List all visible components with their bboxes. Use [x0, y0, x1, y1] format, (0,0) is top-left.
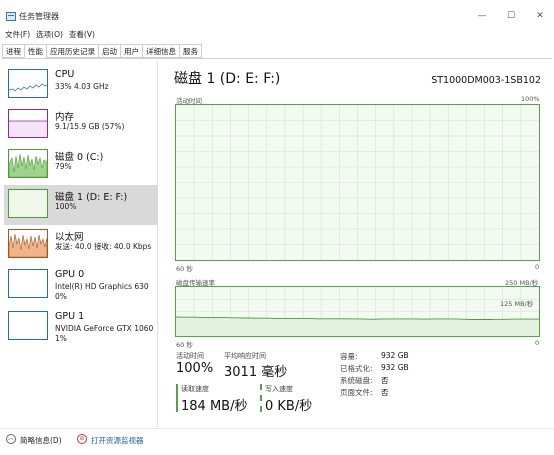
task-manager-icon	[6, 12, 16, 21]
read-speed-value: 184 MB/秒	[181, 399, 248, 414]
sidebar-item-label: 内存	[55, 112, 75, 123]
sidebar-item-detail: NVIDIA GeForce GTX 1060	[55, 324, 154, 333]
brief-info-button[interactable]: 简略信息(D)	[20, 435, 62, 446]
sidebar-item-detail: Intel(R) HD Graphics 630	[55, 282, 149, 291]
write-speed-indicator	[260, 384, 262, 412]
activity-time-chart	[175, 104, 540, 261]
response-time-label: 平均响应时间	[224, 352, 266, 360]
write-speed-value: 0 KB/秒	[265, 399, 313, 414]
sidebar-item-label: GPU 0	[55, 269, 85, 280]
sidebar-item-usage: 1%	[55, 334, 67, 343]
performance-sidebar: CPU 33% 4.03 GHz 内存 9.1/15.9 GB (57%) 磁盘…	[2, 62, 158, 427]
maximize-button[interactable]: ☐	[503, 9, 519, 23]
tab-bar: 进程 性能 应用历史记录 启动 用户 详细信息 服务	[2, 44, 202, 58]
active-time-label: 活动时间	[176, 352, 204, 360]
close-button[interactable]: ✕	[532, 9, 548, 23]
read-speed-label: 读取速度	[181, 385, 209, 393]
disk-1-thumbnail	[8, 189, 48, 218]
sidebar-item-label: GPU 1	[55, 311, 85, 322]
window-title: 任务管理器	[19, 12, 59, 21]
sidebar-item-detail: 发送: 40.0 接收: 40.0 Kbps	[55, 242, 152, 251]
capacity-label: 容量:	[340, 352, 358, 361]
transfer-chart-time-left: 60 秒	[176, 341, 193, 349]
page-title: 磁盘 1 (D: E: F:)	[174, 71, 281, 87]
sidebar-item-detail: 79%	[55, 162, 72, 171]
activity-grid	[176, 105, 539, 260]
sidebar-item-disk-0[interactable]: 磁盘 0 (C:) 79%	[4, 145, 158, 185]
menu-bar: 文件(F) 选项(O) 查看(V)	[2, 29, 98, 41]
read-speed-indicator	[176, 384, 178, 412]
menu-file[interactable]: 文件(F)	[2, 29, 33, 41]
sidebar-item-memory[interactable]: 内存 9.1/15.9 GB (57%)	[4, 105, 158, 145]
formatted-value: 932 GB	[381, 363, 409, 372]
sidebar-item-label: CPU	[55, 69, 75, 80]
activity-chart-max: 100%	[521, 95, 540, 103]
sidebar-item-cpu[interactable]: CPU 33% 4.03 GHz	[4, 65, 158, 105]
page-file-value: 否	[381, 388, 389, 397]
ethernet-thumbnail	[8, 229, 48, 258]
sidebar-item-usage: 0%	[55, 292, 67, 301]
formatted-label: 已格式化:	[340, 364, 373, 373]
tab-performance[interactable]: 性能	[24, 44, 46, 58]
tab-startup[interactable]: 启动	[98, 44, 120, 58]
gpu-0-thumbnail	[8, 269, 48, 298]
memory-thumbnail	[8, 109, 48, 138]
minimize-button[interactable]: —	[474, 9, 490, 23]
sidebar-item-detail: 9.1/15.9 GB (57%)	[55, 122, 125, 131]
cpu-thumbnail	[8, 69, 48, 98]
system-disk-label: 系统磁盘:	[340, 376, 373, 385]
tab-users[interactable]: 用户	[120, 44, 142, 58]
disk-0-thumbnail	[8, 149, 48, 178]
transfer-chart-time-right: 0	[535, 339, 540, 347]
sidebar-item-label: 以太网	[55, 232, 84, 243]
sidebar-item-label: 磁盘 1 (D: E: F:)	[55, 192, 128, 203]
footer-divider	[0, 428, 554, 429]
write-speed-label: 写入速度	[265, 385, 293, 393]
active-time-value: 100%	[176, 361, 214, 376]
tab-services[interactable]: 服务	[179, 44, 202, 58]
page-file-label: 页面文件:	[340, 388, 373, 397]
tab-divider	[2, 58, 552, 59]
sidebar-item-gpu-1[interactable]: GPU 1 NVIDIA GeForce GTX 1060 1%	[4, 307, 158, 347]
system-disk-value: 否	[381, 376, 389, 385]
activity-chart-time-left: 60 秒	[176, 265, 193, 273]
transfer-rate-plot	[176, 287, 539, 336]
sidebar-item-detail: 100%	[55, 202, 77, 211]
menu-view[interactable]: 查看(V)	[66, 29, 98, 41]
tab-details[interactable]: 详细信息	[142, 44, 179, 58]
disk-model: ST1000DM003-1SB102	[431, 75, 541, 86]
activity-chart-time-right: 0	[535, 263, 540, 271]
tab-processes[interactable]: 进程	[2, 44, 24, 58]
title-bar: 任务管理器 — ☐ ✕	[0, 0, 554, 30]
transfer-rate-chart	[175, 286, 540, 337]
response-time-value: 3011 毫秒	[224, 365, 288, 380]
sidebar-item-ethernet[interactable]: 以太网 发送: 40.0 接收: 40.0 Kbps	[4, 225, 158, 265]
sidebar-item-gpu-0[interactable]: GPU 0 Intel(R) HD Graphics 630 0%	[4, 265, 158, 305]
sidebar-item-label: 磁盘 0 (C:)	[55, 152, 104, 163]
tab-app-history[interactable]: 应用历史记录	[46, 44, 98, 58]
sidebar-item-detail: 33% 4.03 GHz	[55, 82, 109, 91]
collapse-chevron-icon[interactable]: ︿	[6, 434, 16, 444]
open-resource-monitor-link[interactable]: 打开资源监视器	[91, 435, 144, 446]
capacity-value: 932 GB	[381, 351, 409, 360]
resource-monitor-icon: ⊘	[77, 434, 87, 444]
gpu-1-thumbnail	[8, 311, 48, 340]
sidebar-item-disk-1[interactable]: 磁盘 1 (D: E: F:) 100%	[4, 185, 158, 225]
transfer-chart-mid: 125 MB/秒	[500, 300, 534, 308]
menu-options[interactable]: 选项(O)	[33, 29, 66, 41]
